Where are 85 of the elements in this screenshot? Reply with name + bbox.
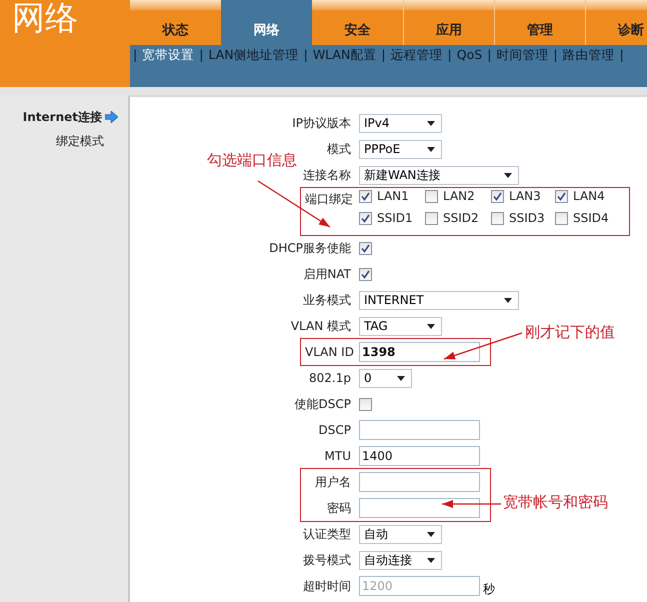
subnav-link[interactable]: QoS (456, 47, 482, 62)
dropdown[interactable]: 0 (359, 368, 412, 388)
checkbox[interactable] (359, 268, 372, 280)
right-arrow-icon (105, 111, 118, 123)
separator-text: | (199, 47, 204, 62)
nav-tab[interactable]: 网络 (221, 0, 312, 45)
nav-tab[interactable]: 状态 (130, 0, 221, 45)
unit-label: 秒 (483, 580, 495, 598)
separator-text: | (304, 47, 308, 62)
dropdown[interactable]: IPv4 (359, 114, 442, 132)
separator-text: | (381, 47, 386, 62)
field-label: 拨号模式 (302, 552, 351, 568)
checkbox-label: LAN4 (573, 189, 605, 203)
field-label: 业务模式 (302, 292, 351, 308)
annotation-text: 刚才记下的值 (525, 323, 615, 342)
caret-icon (427, 324, 435, 328)
checkbox[interactable] (425, 212, 438, 224)
field-label: 启用NAT (302, 266, 351, 282)
checkbox-label: LAN3 (509, 189, 541, 203)
caret-icon (427, 558, 435, 562)
field-label: 802.1p (308, 371, 351, 385)
field-label: 认证类型 (302, 526, 351, 542)
checkbox[interactable] (359, 190, 372, 202)
field-label: VLAN 模式 (290, 318, 351, 334)
checkbox-label: SSID2 (443, 211, 479, 225)
field-label: 超时时间 (302, 578, 351, 594)
dropdown[interactable]: 新建WAN连接 (359, 166, 519, 184)
checkbox[interactable] (491, 190, 504, 202)
checkbox[interactable] (555, 212, 568, 224)
field-label: DHCP服务使能 (268, 240, 351, 256)
field-label: DSCP (318, 423, 351, 437)
input-field[interactable]: 1398 (359, 342, 480, 362)
caret-icon (427, 532, 435, 536)
field-label: 密码 (326, 500, 351, 516)
caret-icon (504, 298, 512, 302)
sidebar-link[interactable]: 绑定模式 (56, 132, 104, 150)
sidebar-link[interactable]: Internet连接 (22, 108, 102, 126)
dropdown[interactable]: PPPoE (359, 140, 442, 158)
separator-text: | (448, 47, 452, 62)
checkbox[interactable] (425, 190, 438, 202)
input-field[interactable] (359, 472, 480, 492)
annotation-text: 宽带帐号和密码 (503, 493, 608, 512)
checkbox[interactable] (491, 212, 504, 224)
subnav-link[interactable]: LAN侧地址管理 (208, 47, 299, 64)
caret-icon (504, 172, 512, 178)
checkbox-label: SSID4 (573, 211, 609, 225)
subnav-link[interactable]: WLAN配置 (312, 47, 376, 64)
checkbox[interactable] (555, 190, 568, 202)
dropdown[interactable]: TAG (359, 316, 442, 336)
field-label: 使能DSCP (294, 396, 351, 412)
caret-icon (427, 120, 435, 126)
dropdown[interactable]: 自动 (359, 524, 442, 544)
separator-text: | (553, 47, 558, 62)
checkbox[interactable] (359, 398, 372, 410)
subnav-link[interactable]: 远程管理 (390, 47, 443, 64)
subnav-link[interactable]: 路由管理 (562, 47, 615, 64)
field-label: 连接名称 (302, 166, 351, 184)
separator-text: | (133, 47, 138, 62)
callout-arrow (442, 500, 501, 508)
checkbox-label: LAN2 (443, 189, 475, 203)
caret-icon (397, 376, 405, 380)
checkbox-label: LAN1 (377, 189, 409, 203)
input-field[interactable] (359, 498, 480, 518)
checkbox[interactable] (359, 242, 372, 254)
field-label: VLAN ID (305, 345, 351, 359)
caret-icon (427, 146, 435, 152)
checkbox-label: SSID1 (377, 211, 413, 225)
field-label: IP协议版本 (291, 114, 351, 132)
separator-text: | (487, 47, 492, 62)
separator-text: | (620, 47, 624, 62)
subnav-link[interactable]: 宽带设置 (142, 47, 194, 64)
field-label: 端口绑定 (305, 191, 351, 208)
field-label: MTU (324, 449, 351, 463)
input-field[interactable]: 1400 (359, 446, 480, 466)
field-label: 用户名 (314, 474, 351, 490)
field-label: 模式 (326, 140, 351, 158)
logo-title: 网络 (0, 0, 130, 87)
dropdown[interactable]: INTERNET (359, 290, 519, 310)
subnav-link[interactable]: 时间管理 (496, 47, 548, 64)
checkbox[interactable] (359, 212, 372, 224)
nav-tab[interactable]: 安全 (312, 0, 403, 45)
dropdown[interactable]: 自动连接 (359, 550, 442, 570)
checkbox-label: SSID3 (509, 211, 545, 225)
input-field[interactable] (359, 420, 480, 440)
annotation-text: 勾选端口信息 (207, 151, 297, 170)
